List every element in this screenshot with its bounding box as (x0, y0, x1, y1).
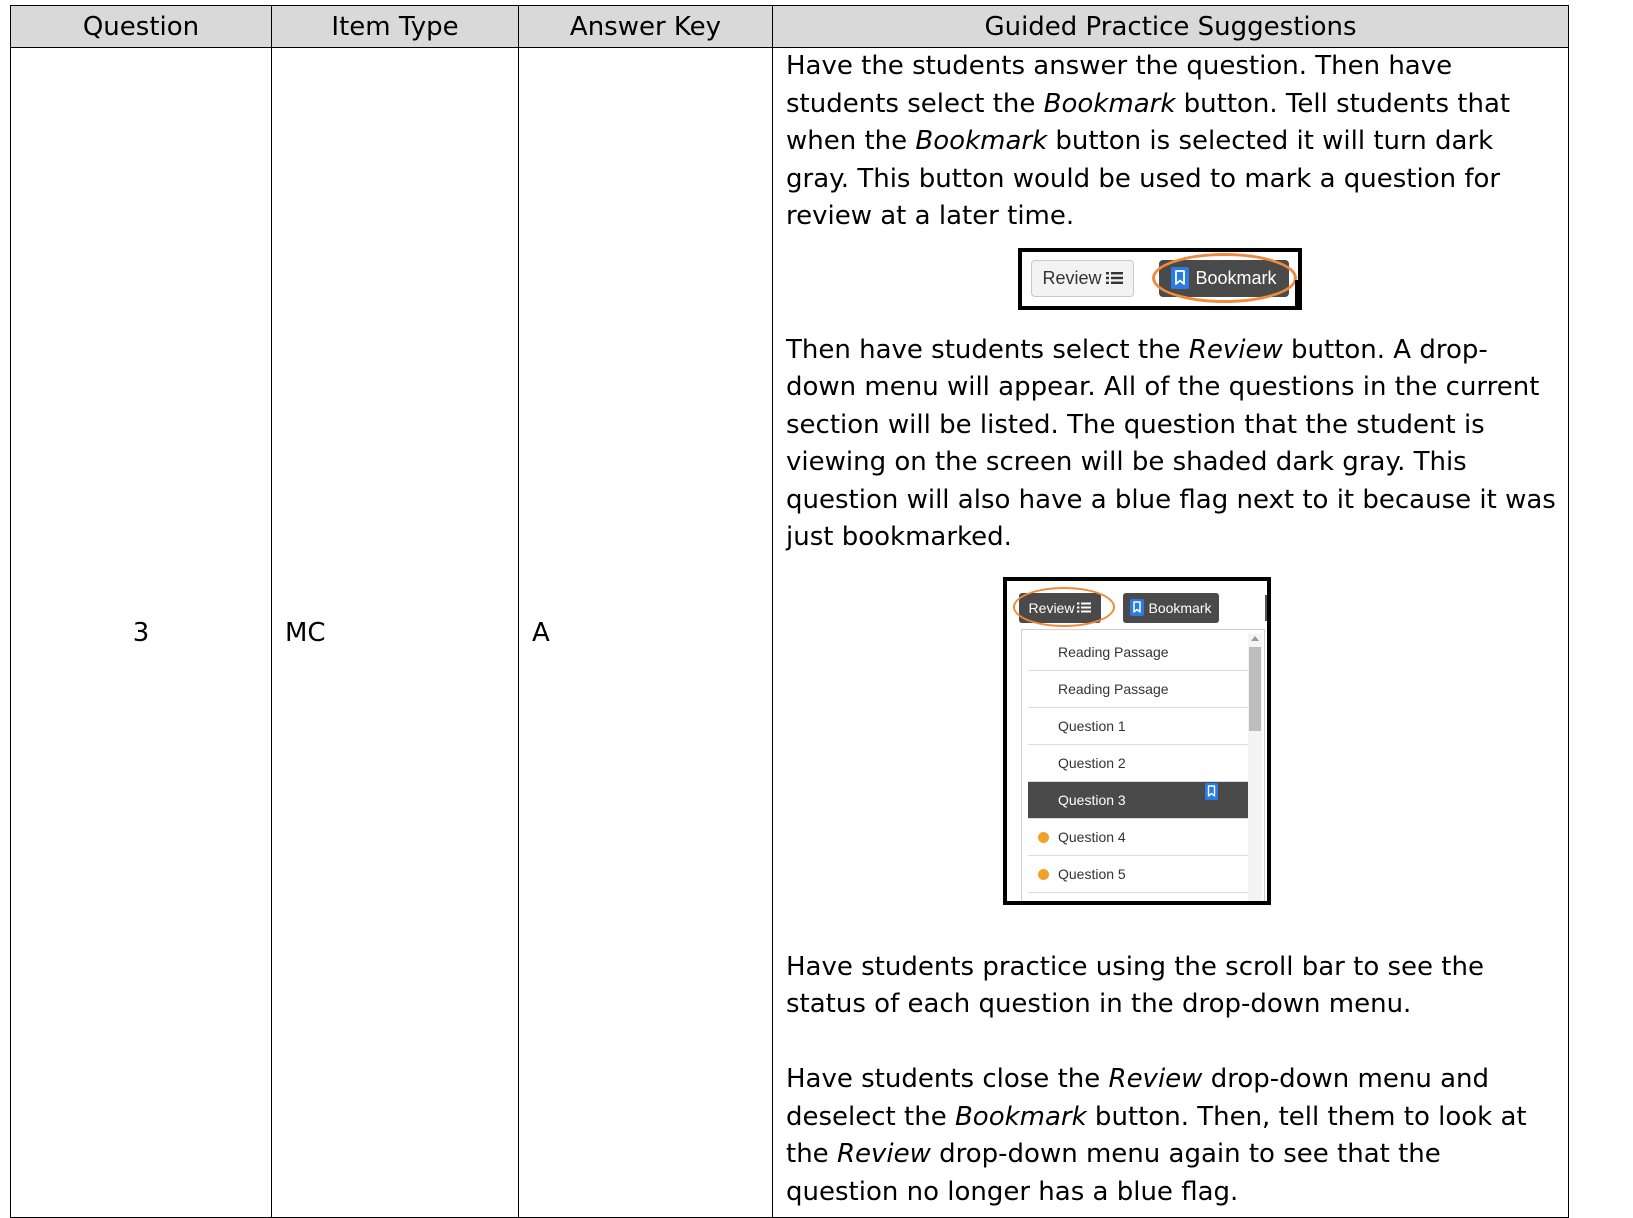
bookmark-icon (1130, 599, 1145, 616)
list-item-label: Question 2 (1058, 754, 1126, 771)
answer-key-value: A (518, 47, 773, 1218)
italic-term: Review (1188, 334, 1283, 365)
list-item-label: Question 3 (1058, 791, 1126, 808)
list-item[interactable]: Question 2 (1028, 745, 1248, 782)
bookmark-buttons-screenshot: Review Bookmark (1018, 247, 1302, 310)
list-item-label: Question 1 (1058, 717, 1126, 734)
header-row: Question Item Type Answer Key Guided Pra… (10, 5, 1569, 48)
frame-edge (1265, 594, 1267, 621)
italic-term: Bookmark (915, 126, 1048, 156)
bookmark-button[interactable]: Bookmark (1123, 592, 1219, 623)
italic-term: Bookmark (954, 1101, 1087, 1132)
italic-term: Review (1108, 1064, 1203, 1094)
status-dot-icon (1038, 868, 1049, 880)
text-run: Have students practice using the scroll … (786, 951, 1484, 1020)
list-item-label: Question 4 (1058, 828, 1126, 845)
review-button-label: Review (1042, 267, 1102, 288)
paragraph-bookmark-instructions: Have the students answer the question. T… (786, 48, 1556, 236)
text-run: button. A drop-down menu will appear. Al… (786, 334, 1556, 553)
scrollbar[interactable] (1248, 633, 1262, 901)
answer-key-table: Question Item Type Answer Key Guided Pra… (10, 5, 1569, 1218)
review-button[interactable]: Review (1031, 259, 1134, 297)
list-item-label: Reading Passage (1058, 680, 1169, 697)
item-type-value: MC (271, 47, 519, 1218)
header-item-type: Item Type (271, 5, 519, 48)
paragraph-close-instructions: Have students close the Review drop-down… (786, 1061, 1556, 1211)
italic-term: Bookmark (1043, 88, 1176, 119)
text-run: Have students close the (786, 1064, 1109, 1094)
list-item-active[interactable]: Question 3 (1028, 781, 1248, 819)
list-item[interactable]: Question 4 (1028, 819, 1248, 856)
frame-edge (1295, 279, 1298, 306)
guided-practice-cell: Have the students answer the question. T… (772, 47, 1569, 1218)
header-question: Question (10, 5, 272, 48)
question-number: 3 (10, 47, 272, 1218)
list-item[interactable]: Question 1 (1028, 708, 1248, 745)
question-list: Reading Passage Reading Passage Question… (1028, 634, 1248, 893)
bookmark-button-label: Bookmark (1148, 599, 1212, 616)
italic-term: Review (836, 1139, 931, 1169)
table-row: 3 MC A Have the students answer the ques… (10, 47, 1569, 1218)
highlight-circle (1013, 586, 1115, 627)
list-item-label: Reading Passage (1058, 643, 1169, 660)
header-answer-key: Answer Key (518, 5, 773, 48)
scroll-up-arrow-icon[interactable] (1251, 635, 1259, 641)
status-dot-icon (1038, 831, 1049, 843)
list-item[interactable]: Reading Passage (1028, 634, 1248, 671)
bookmark-flag-icon (1205, 782, 1218, 800)
paragraph-review-instructions: Then have students select the Review but… (786, 332, 1556, 557)
review-dropdown-screenshot: Review Bookmark Reading Passage Reading … (1003, 576, 1271, 905)
review-dropdown-menu: Reading Passage Reading Passage Question… (1021, 628, 1265, 901)
scrollbar-thumb[interactable] (1249, 646, 1261, 731)
text-run: Then have students select the (786, 334, 1189, 365)
highlight-circle (1152, 252, 1297, 303)
paragraph-scroll-instructions: Have students practice using the scroll … (786, 949, 1556, 1024)
list-item[interactable]: Reading Passage (1028, 671, 1248, 708)
header-guided-practice: Guided Practice Suggestions (772, 5, 1569, 48)
list-icon (1105, 272, 1123, 284)
list-item-label: Question 5 (1058, 865, 1126, 882)
list-item[interactable]: Question 5 (1028, 856, 1248, 893)
